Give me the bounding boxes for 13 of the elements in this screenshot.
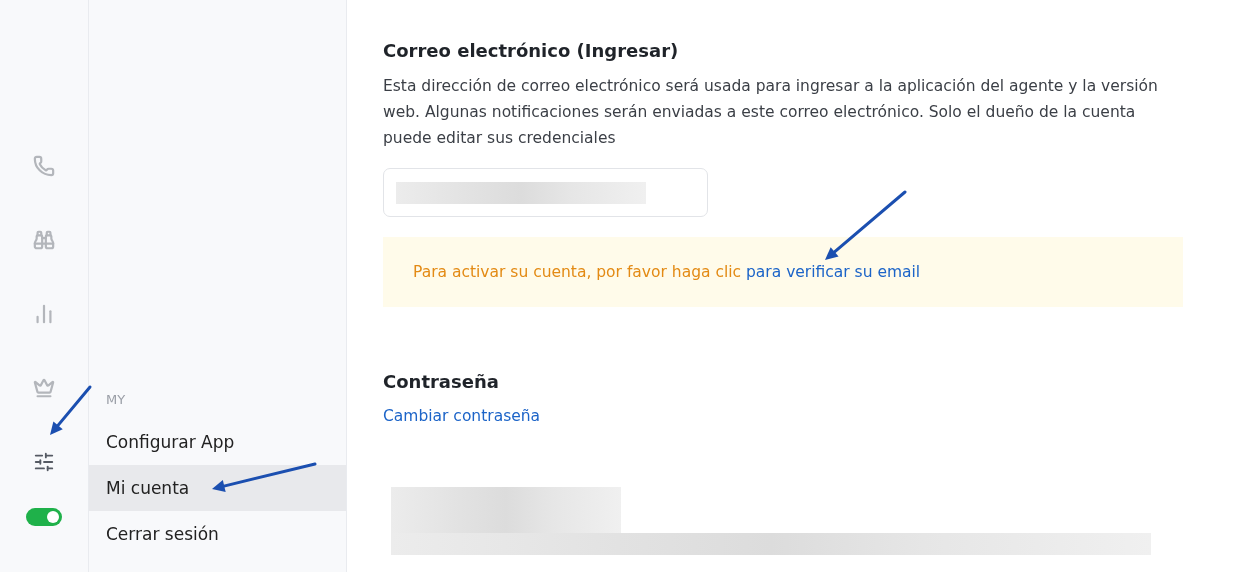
- verify-email-link[interactable]: para verificar su email: [746, 263, 921, 281]
- description-text: Esta dirección de correo electrónico será usada para ingresar a la aplicación del agente y la versión web. Algunas notificaciones serán enviadas a este correo electrónico. Solo el dueño de la cuenta puede editar sus credenciales: [383, 76, 1159, 149]
- email-field[interactable]: [383, 168, 708, 217]
- alert-text: Para activar su cuenta, por favor haga clic: [413, 263, 742, 281]
- menu-item[interactable]: Cerrar sesión: [89, 511, 346, 557]
- change-password-link[interactable]: Cambiar contraseña: [383, 407, 541, 425]
- menu-item[interactable]: Configurar App: [89, 419, 346, 465]
- section-title: Correo electrónico (Ingresar): [383, 40, 680, 61]
- annotation-arrow: [50, 385, 92, 435]
- section-label: MY: [105, 392, 127, 409]
- section-title: Contraseña: [383, 371, 500, 392]
- menu-item[interactable]: Mi cuenta: [89, 465, 346, 511]
- status-toggle[interactable]: [26, 508, 62, 526]
